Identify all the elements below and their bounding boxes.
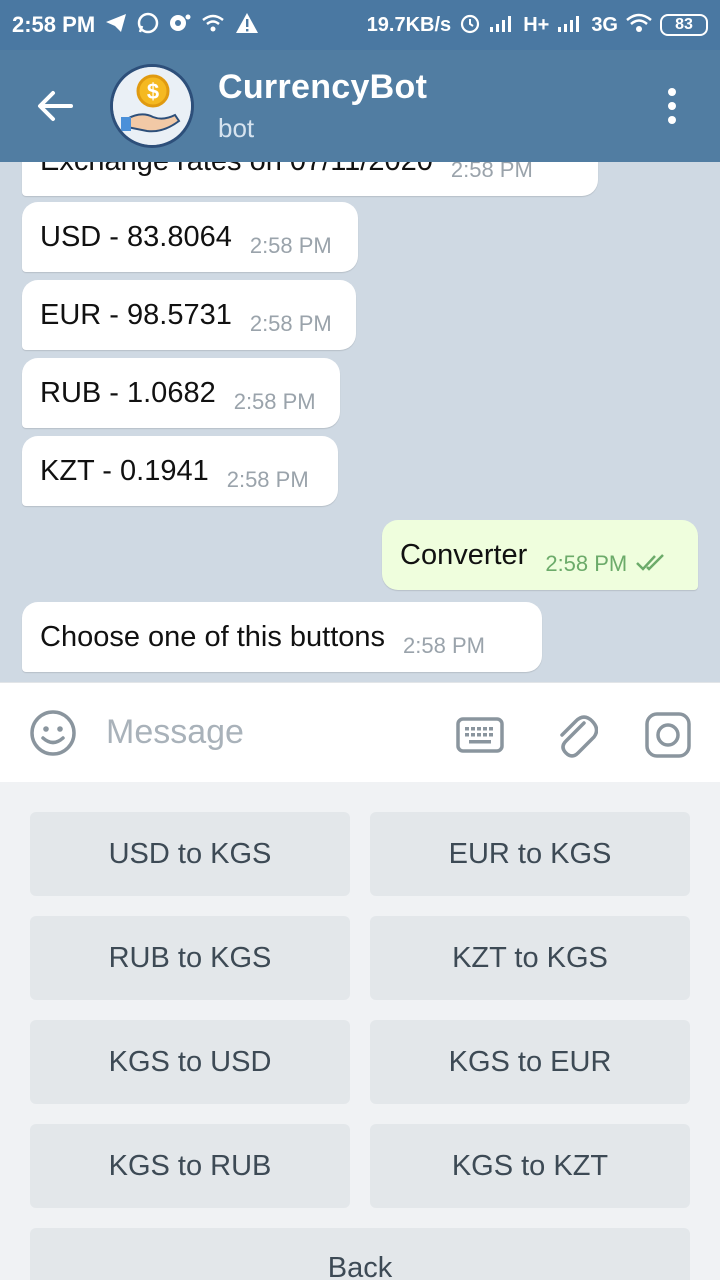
message-text: RUB - 1.0682 <box>40 376 216 409</box>
message-bubble[interactable]: Exchange rates on 07/11/2020 2:58 PM <box>22 162 598 196</box>
chat-subtitle: bot <box>218 113 255 143</box>
back-arrow-icon <box>38 91 73 121</box>
bot-keyboard-button[interactable] <box>455 711 505 759</box>
keyboard-button-kgs-to-usd[interactable]: KGS to USD <box>30 1020 350 1104</box>
message-text: Exchange rates on 07/11/2020 <box>40 162 433 178</box>
message-time: 2:58 PM <box>403 633 485 658</box>
more-options-button[interactable] <box>654 84 690 128</box>
message-time: 2:58 PM <box>233 389 316 414</box>
battery-indicator: 83 <box>660 14 708 36</box>
keyboard-button-back[interactable]: Back <box>30 1228 690 1280</box>
message-input-bar <box>0 682 720 782</box>
camera-button[interactable] <box>643 711 693 759</box>
avatar[interactable]: $ <box>110 64 194 148</box>
message-time: 2:58 PM <box>249 311 332 336</box>
signal-icon-2 <box>557 14 583 36</box>
keyboard-icon <box>456 717 504 753</box>
bot-keyboard: USD to KGS EUR to KGS RUB to KGS KZT to … <box>0 782 720 1280</box>
message-input[interactable] <box>106 713 436 752</box>
status-time: 2:58 PM <box>12 12 96 37</box>
back-button[interactable] <box>0 50 110 162</box>
network-speed: 19.7KB/s <box>366 13 452 36</box>
attach-button[interactable] <box>551 711 601 759</box>
more-vertical-icon <box>668 88 676 96</box>
keyboard-button-eur-to-kgs[interactable]: EUR to KGS <box>370 812 690 896</box>
message-bubble[interactable]: EUR - 98.5731 2:58 PM <box>22 280 356 350</box>
avatar-coin-hand-icon: $ <box>113 67 191 145</box>
chat-title: CurrencyBot <box>218 68 428 106</box>
warning-icon <box>235 12 259 38</box>
signal-icon <box>489 14 515 36</box>
emoji-icon <box>30 709 76 756</box>
message-bubble[interactable]: USD - 83.8064 2:58 PM <box>22 202 358 272</box>
keyboard-button-kzt-to-kgs[interactable]: KZT to KGS <box>370 916 690 1000</box>
message-bubble[interactable]: Choose one of this buttons 2:58 PM <box>22 602 542 672</box>
message-bubble[interactable]: KZT - 0.1941 2:58 PM <box>22 436 338 506</box>
message-time: 2:58 PM <box>450 162 533 182</box>
message-text: USD - 83.8064 <box>40 220 232 253</box>
network-type-2: 3G <box>591 13 618 36</box>
whatsapp-icon <box>137 12 159 38</box>
keyboard-button-usd-to-kgs[interactable]: USD to KGS <box>30 812 350 896</box>
message-text: Choose one of this buttons <box>40 620 386 653</box>
keyboard-button-rub-to-kgs[interactable]: RUB to KGS <box>30 916 350 1000</box>
message-bubble-outgoing[interactable]: Converter 2:58 PM <box>382 520 698 590</box>
keyboard-button-kgs-to-rub[interactable]: KGS to RUB <box>30 1124 350 1208</box>
camera-icon <box>645 712 691 758</box>
keyboard-button-kgs-to-kzt[interactable]: KGS to KZT <box>370 1124 690 1208</box>
network-type-1: H+ <box>523 13 550 36</box>
message-bubble[interactable]: RUB - 1.0682 2:58 PM <box>22 358 340 428</box>
more-vertical-icon-dot <box>668 116 676 124</box>
chat-area[interactable]: Exchange rates on 07/11/2020 2:58 PM USD… <box>0 162 720 682</box>
double-check-icon <box>635 534 669 577</box>
more-vertical-icon-dot <box>668 102 676 110</box>
message-time: 2:58 PM <box>545 551 628 576</box>
chat-header: $ CurrencyBot bot <box>0 50 720 162</box>
attach-icon <box>560 715 598 758</box>
message-time: 2:58 PM <box>249 233 332 258</box>
notification-dot-icon <box>169 13 191 37</box>
status-bar: 2:58 PM 19.7KB/s H+ 3G 83 <box>0 0 720 50</box>
coin-symbol: $ <box>147 79 159 104</box>
message-text: KZT - 0.1941 <box>40 454 209 487</box>
keyboard-button-kgs-to-eur[interactable]: KGS to EUR <box>370 1020 690 1104</box>
wifi-icon <box>626 13 652 37</box>
emoji-button[interactable] <box>0 683 106 783</box>
message-text: EUR - 98.5731 <box>40 298 232 331</box>
telegram-icon <box>105 13 127 37</box>
wifi-small-icon <box>201 14 225 36</box>
message-text: Converter <box>400 538 528 571</box>
alarm-icon <box>459 12 481 38</box>
message-time: 2:58 PM <box>226 467 309 492</box>
